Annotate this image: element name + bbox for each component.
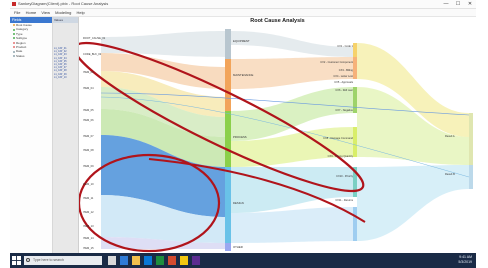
field-dot-icon bbox=[13, 28, 15, 31]
right-node-label: CX9 - Wrong Quantity bbox=[327, 155, 353, 158]
sankey-chart[interactable]: Root Cause Analysis ROOT_CAUSE_01 CODE_B… bbox=[79, 17, 476, 253]
left-node-label: CODE_BLK_02 bbox=[83, 53, 102, 56]
windows-taskbar: Type here to search 9:41 AM 5/3/2019 bbox=[10, 253, 476, 268]
sankey-node[interactable] bbox=[353, 127, 357, 157]
taskbar-search-input[interactable]: Type here to search bbox=[24, 256, 102, 265]
sankey-flow bbox=[101, 31, 227, 57]
maximize-button[interactable]: ☐ bbox=[452, 0, 464, 8]
far-right-node-label: Result A bbox=[445, 135, 455, 138]
left-node-label: ITEM_13 bbox=[83, 225, 94, 228]
sankey-node[interactable] bbox=[469, 113, 473, 165]
powerpoint-icon[interactable] bbox=[168, 256, 176, 265]
middle-node-label: PROCESS bbox=[233, 135, 247, 139]
right-node-label: CX5 - Approvals bbox=[334, 81, 353, 84]
fields-pane: Fields Root Cause Category Type Subtype … bbox=[10, 17, 53, 253]
right-node-label: CX4 - Letter Lost bbox=[333, 75, 353, 78]
left-node-label: ITEM_09 bbox=[83, 165, 94, 168]
search-icon bbox=[26, 258, 30, 262]
sankey-node[interactable] bbox=[225, 111, 231, 167]
middle-node-label: EQUIPMENT bbox=[233, 39, 250, 43]
app-icon bbox=[12, 2, 16, 6]
value-item[interactable]: L1_CAT_10 bbox=[53, 76, 78, 79]
sankey-node[interactable] bbox=[469, 165, 473, 189]
sankey-node[interactable] bbox=[225, 167, 231, 243]
middle-node-label: OTHER bbox=[233, 245, 243, 249]
field-dot-icon bbox=[13, 24, 15, 27]
left-node-label: ITEM_12 bbox=[83, 211, 94, 214]
right-node-label: CX1 - Code 1 bbox=[337, 45, 353, 48]
menu-help[interactable]: Help bbox=[76, 10, 84, 15]
sankey-flow bbox=[357, 165, 469, 241]
left-node-label: ITEM_07 bbox=[83, 135, 94, 138]
sankey-svg bbox=[79, 29, 473, 253]
sankey-node[interactable] bbox=[353, 43, 357, 57]
right-node-label: CX8 - Damage Command bbox=[323, 137, 353, 140]
field-dot-icon bbox=[13, 50, 15, 53]
task-view-icon[interactable] bbox=[108, 256, 116, 265]
system-tray-clock[interactable]: 9:41 AM 5/3/2019 bbox=[458, 255, 472, 265]
left-node-label: ROOT_CAUSE_01 bbox=[83, 37, 106, 40]
field-dot-icon bbox=[13, 37, 15, 40]
power-bi-icon[interactable] bbox=[180, 256, 188, 265]
sankey-node[interactable] bbox=[353, 207, 357, 241]
edge-browser-icon[interactable] bbox=[120, 256, 128, 265]
screenshot: SankeyDiagram(Client).pbix - Root Cause … bbox=[10, 0, 476, 268]
left-node-label: ITEM_05 bbox=[83, 109, 94, 112]
left-node-label: ITEM_10 bbox=[83, 183, 94, 186]
field-dot-icon bbox=[13, 46, 15, 49]
menu-bar: File Home View Modeling Help bbox=[10, 9, 476, 17]
left-node-label: ITEM_08 bbox=[83, 149, 94, 152]
right-node-label: CX3 - Billing bbox=[338, 69, 353, 72]
sankey-node[interactable] bbox=[353, 57, 357, 79]
window-title: SankeyDiagram(Client).pbix - Root Cause … bbox=[18, 1, 109, 6]
minimize-button[interactable]: — bbox=[440, 0, 452, 8]
right-node-label: CX7 - Negative bbox=[335, 109, 353, 112]
menu-view[interactable]: View bbox=[41, 10, 50, 15]
file-explorer-icon[interactable] bbox=[132, 256, 140, 265]
left-node-label: ITEM_06 bbox=[83, 119, 94, 122]
right-node-label: CX10 - Priority bbox=[336, 175, 353, 178]
tray-date: 5/3/2019 bbox=[458, 260, 472, 264]
store-icon[interactable] bbox=[144, 256, 152, 265]
sankey-node[interactable] bbox=[225, 59, 231, 111]
menu-home[interactable]: Home bbox=[26, 10, 37, 15]
left-node-label: ITEM_14 bbox=[83, 237, 94, 240]
left-node-label: ITEM_11 bbox=[83, 197, 94, 200]
windows-start-icon[interactable] bbox=[12, 256, 21, 265]
field-dot-icon bbox=[13, 54, 15, 57]
sankey-flow bbox=[231, 31, 354, 57]
right-node-label: CX2 - Customer Component bbox=[320, 61, 353, 64]
values-pane: Values L1_CAT_01 L1_CAT_02 L1_CAT_03 L1_… bbox=[53, 17, 79, 253]
close-button[interactable]: ✕ bbox=[464, 0, 476, 8]
sankey-node[interactable] bbox=[225, 243, 231, 251]
left-node-label: ITEM_04 bbox=[83, 87, 94, 90]
menu-file[interactable]: File bbox=[14, 10, 20, 15]
right-node-label: CX6 - Roll over bbox=[335, 89, 353, 92]
chart-title: Root Cause Analysis bbox=[250, 18, 305, 24]
sankey-node[interactable] bbox=[225, 29, 231, 59]
field-dot-icon bbox=[13, 32, 15, 35]
far-right-node-label: Result B bbox=[445, 173, 455, 176]
app-icon-purple[interactable] bbox=[192, 256, 200, 265]
middle-node-label: MAINTENANCE bbox=[233, 73, 254, 77]
sankey-node[interactable] bbox=[353, 87, 357, 113]
right-node-label: CX11 - Returns bbox=[335, 199, 353, 202]
menu-modeling[interactable]: Modeling bbox=[55, 10, 71, 15]
left-node-label: ITEM_15 bbox=[83, 247, 94, 250]
middle-node-label: DESIGN bbox=[233, 201, 244, 205]
window-titlebar: SankeyDiagram(Client).pbix - Root Cause … bbox=[10, 0, 476, 9]
excel-icon[interactable] bbox=[156, 256, 164, 265]
field-item[interactable]: Status bbox=[10, 54, 52, 58]
left-node-label: ITEM_03 bbox=[83, 71, 94, 74]
field-dot-icon bbox=[13, 41, 15, 44]
